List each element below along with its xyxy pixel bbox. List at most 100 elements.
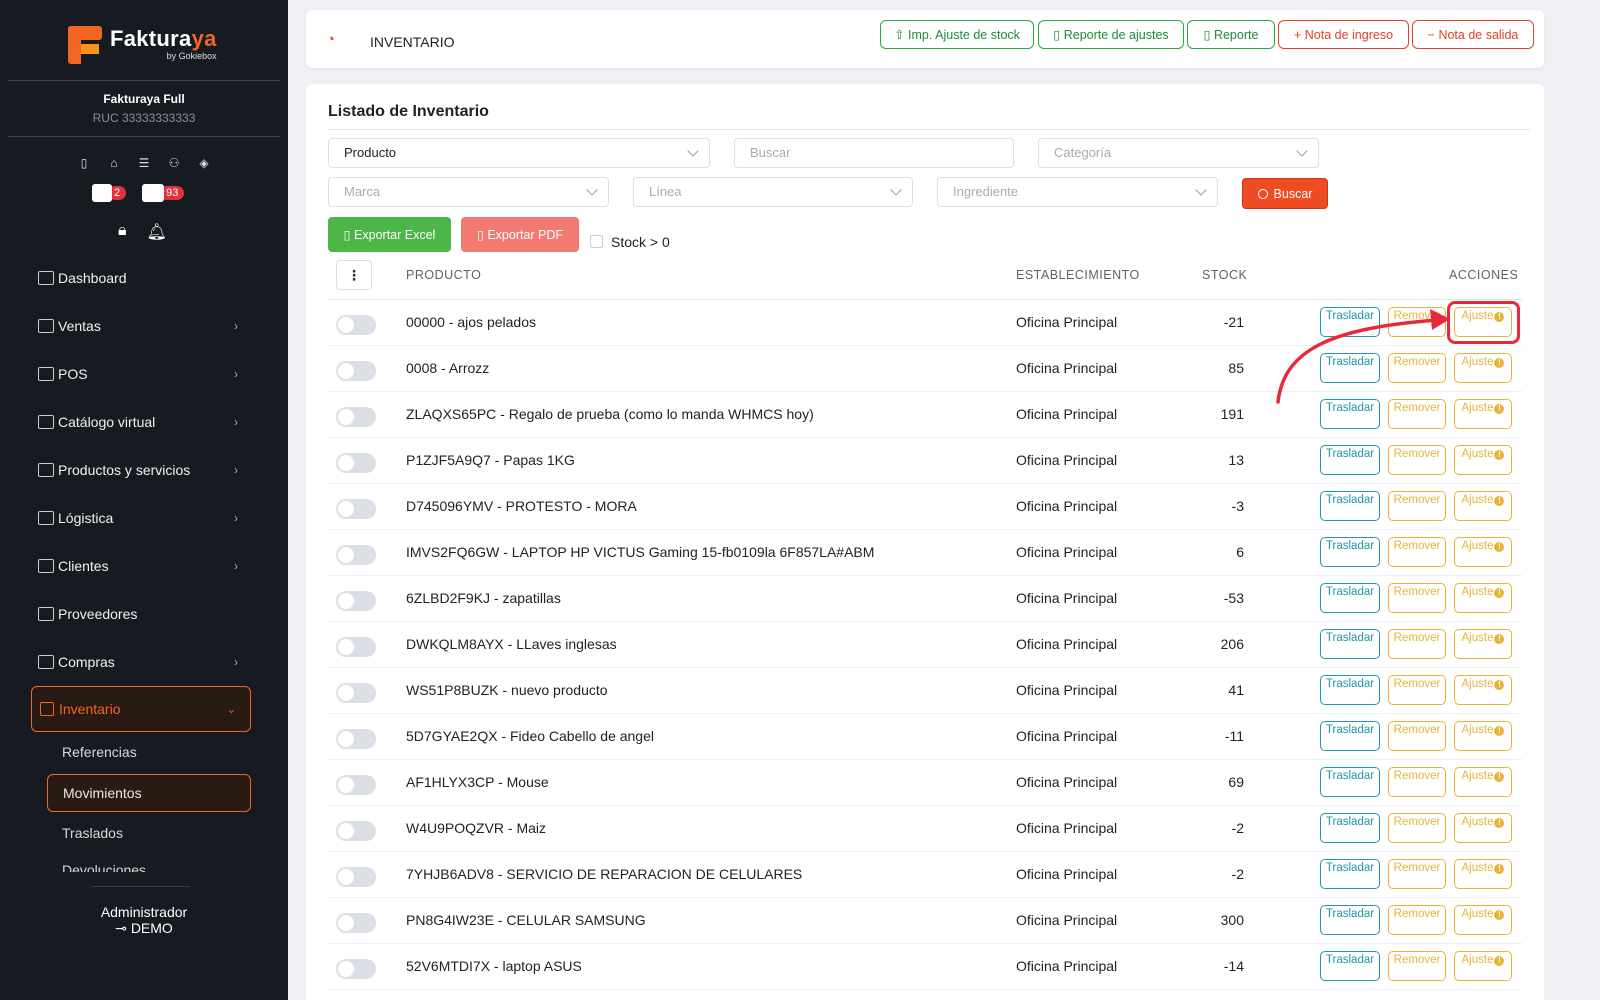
trasladar-button[interactable]: Trasladar <box>1320 583 1380 613</box>
search-input[interactable]: Buscar <box>734 138 1014 168</box>
chevron-right-icon: › <box>234 511 238 525</box>
lock-icon[interactable]: 🔒︎ <box>118 222 127 242</box>
trasladar-button[interactable]: Trasladar <box>1320 491 1380 521</box>
remover-button[interactable]: Remover <box>1388 445 1446 475</box>
remover-button[interactable]: Remover <box>1388 675 1446 705</box>
user-info[interactable]: Administrador ⊸ DEMO <box>0 904 288 936</box>
nav-item-logistica[interactable]: Lógistica › <box>0 494 288 542</box>
stock-positive-label[interactable]: Stock > 0 <box>611 234 670 250</box>
line-select[interactable]: Línea <box>633 177 913 207</box>
ajuste-button[interactable]: Ajuste! <box>1454 951 1512 981</box>
nav-item-compras[interactable]: Compras › <box>0 638 288 686</box>
trasladar-button[interactable]: Trasladar <box>1320 537 1380 567</box>
remover-button[interactable]: Remover <box>1388 721 1446 751</box>
row-toggle[interactable] <box>336 453 376 473</box>
subnav-item-devoluciones[interactable]: Devoluciones <box>62 862 146 872</box>
row-toggle[interactable] <box>336 821 376 841</box>
trasladar-button[interactable]: Trasladar <box>1320 675 1380 705</box>
ajuste-button[interactable]: Ajuste! <box>1454 859 1512 889</box>
ajuste-button[interactable]: Ajuste! <box>1454 353 1512 383</box>
nav-item-inventario[interactable]: Inventario ⌄ <box>31 686 251 732</box>
trasladar-button[interactable]: Trasladar <box>1320 813 1380 843</box>
row-toggle[interactable] <box>336 729 376 749</box>
row-toggle[interactable] <box>336 775 376 795</box>
remover-button[interactable]: Remover <box>1388 859 1446 889</box>
nav-item-clientes[interactable]: Clientes › <box>0 542 288 590</box>
row-toggle[interactable] <box>336 591 376 611</box>
trasladar-button[interactable]: Trasladar <box>1320 951 1380 981</box>
subnav-item-referencias[interactable]: Referencias <box>62 744 137 760</box>
ingredient-select[interactable]: Ingrediente <box>937 177 1218 207</box>
exit-note-button[interactable]: − Nota de salida <box>1412 20 1534 49</box>
remover-button[interactable]: Remover <box>1388 813 1446 843</box>
trasladar-button[interactable]: Trasladar <box>1320 629 1380 659</box>
remover-button[interactable]: Remover <box>1388 491 1446 521</box>
table-row: D745096YMV - PROTESTO - MORA Oficina Prin… <box>328 484 1522 530</box>
trasladar-button[interactable]: Trasladar <box>1320 905 1380 935</box>
row-toggle[interactable] <box>336 637 376 657</box>
table-row: 6ZLBD2F9KJ - zapatillas Oficina Principal… <box>328 576 1522 622</box>
import-stock-adjust-button[interactable]: ⇧ Imp. Ajuste de stock <box>880 20 1034 49</box>
nav-item-ventas[interactable]: Ventas › <box>0 302 288 350</box>
export-excel-button[interactable]: ▯ Exportar Excel <box>328 217 451 252</box>
subnav-item-movimientos[interactable]: Movimientos <box>47 774 251 812</box>
column-options-button[interactable]: ⋮ <box>336 260 372 290</box>
remover-button[interactable]: Remover <box>1388 951 1446 981</box>
user-name-row: ⊸ DEMO <box>0 920 288 936</box>
row-toggle[interactable] <box>336 959 376 979</box>
remover-button[interactable]: Remover <box>1388 629 1446 659</box>
row-toggle[interactable] <box>336 361 376 381</box>
report-button[interactable]: ▯ Reporte <box>1187 20 1275 49</box>
row-toggle[interactable] <box>336 683 376 703</box>
bell-icon[interactable]: 🔔︎ <box>147 222 167 242</box>
trasladar-button[interactable]: Trasladar <box>1320 721 1380 751</box>
brand-logo[interactable]: Fakturaya by Gokiebox <box>68 24 217 64</box>
search-button[interactable]: Buscar <box>1242 178 1328 209</box>
export-pdf-button[interactable]: ▯ Exportar PDF <box>461 217 579 252</box>
row-toggle[interactable] <box>336 315 376 335</box>
type-select[interactable]: Producto <box>328 138 710 168</box>
nav-item-dashboard[interactable]: Dashboard <box>0 254 288 302</box>
nav-item-pos[interactable]: POS › <box>0 350 288 398</box>
row-toggle[interactable] <box>336 407 376 427</box>
box-alert[interactable]: 93 <box>142 184 185 202</box>
calendar-alert[interactable]: 2 <box>92 184 127 202</box>
list-icon[interactable]: ☰ <box>136 156 152 170</box>
subnav-item-traslados[interactable]: Traslados <box>62 825 123 841</box>
store-icon[interactable]: ⌂ <box>106 156 122 170</box>
chevron-right-icon: › <box>234 415 238 429</box>
box-icon[interactable]: ◈ <box>196 156 212 170</box>
trasladar-button[interactable]: Trasladar <box>1320 445 1380 475</box>
remover-button[interactable]: Remover <box>1388 583 1446 613</box>
trasladar-button[interactable]: Trasladar <box>1320 859 1380 889</box>
ajuste-button[interactable]: Ajuste! <box>1454 583 1512 613</box>
nav-item-catalogo[interactable]: Catálogo virtual › <box>0 398 288 446</box>
row-toggle[interactable] <box>336 913 376 933</box>
ajuste-button[interactable]: Ajuste! <box>1454 445 1512 475</box>
ajuste-button[interactable]: Ajuste! <box>1454 905 1512 935</box>
ajuste-button[interactable]: Ajuste! <box>1454 629 1512 659</box>
document-icon[interactable]: ▯ <box>76 156 92 170</box>
ajuste-button[interactable]: Ajuste! <box>1454 399 1512 429</box>
trasladar-button[interactable]: Trasladar <box>1320 767 1380 797</box>
nav-item-proveedores[interactable]: Proveedores <box>0 590 288 638</box>
row-toggle[interactable] <box>336 545 376 565</box>
row-toggle[interactable] <box>336 867 376 887</box>
stock-positive-checkbox[interactable] <box>590 235 603 248</box>
ajuste-button[interactable]: Ajuste! <box>1454 491 1512 521</box>
brand-select[interactable]: Marca <box>328 177 609 207</box>
entry-note-button[interactable]: + Nota de ingreso <box>1278 20 1409 49</box>
ajuste-button[interactable]: Ajuste! <box>1454 767 1512 797</box>
ajuste-button[interactable]: Ajuste! <box>1454 813 1512 843</box>
row-toggle[interactable] <box>336 499 376 519</box>
ajuste-button[interactable]: Ajuste! <box>1454 721 1512 751</box>
ajuste-button[interactable]: Ajuste! <box>1454 675 1512 705</box>
nav-item-productos[interactable]: Productos y servicios › <box>0 446 288 494</box>
ajuste-button[interactable]: Ajuste! <box>1454 537 1512 567</box>
remover-button[interactable]: Remover <box>1388 767 1446 797</box>
users-icon[interactable]: ⚇ <box>166 156 182 170</box>
remover-button[interactable]: Remover <box>1388 537 1446 567</box>
category-select[interactable]: Categoría <box>1038 138 1319 168</box>
remover-button[interactable]: Remover <box>1388 905 1446 935</box>
adjust-report-button[interactable]: ▯ Reporte de ajustes <box>1038 20 1184 49</box>
